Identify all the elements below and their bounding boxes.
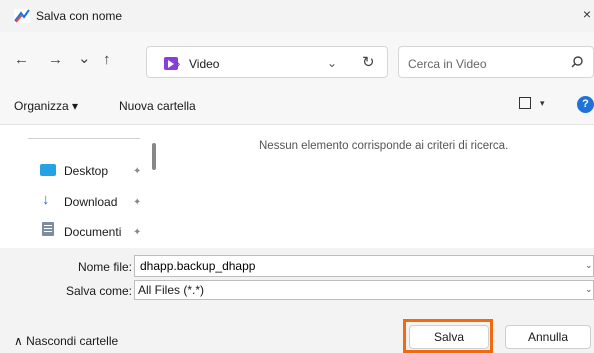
pin-icon: ✦ xyxy=(133,227,142,238)
save-as-type-dropdown-icon[interactable]: ⌄ xyxy=(585,284,593,295)
recent-locations-icon[interactable]: ⌄ xyxy=(78,49,91,67)
file-name-label: Nome file: xyxy=(77,260,132,274)
window-title: Salva con nome xyxy=(36,9,123,23)
back-arrow-icon[interactable]: ← xyxy=(14,51,29,68)
hide-folders-toggle[interactable]: ∧ Nascondi cartelle xyxy=(14,334,118,348)
up-arrow-icon[interactable]: ↑ xyxy=(103,51,111,68)
save-as-type-label: Salva come: xyxy=(65,284,132,298)
close-icon[interactable]: × xyxy=(580,6,594,22)
pin-icon: ✦ xyxy=(133,197,142,208)
save-as-type-value: All Files (*.*) xyxy=(138,283,205,297)
breadcrumb-separator-icon: › xyxy=(176,56,181,71)
view-options-icon[interactable] xyxy=(519,97,531,109)
search-input[interactable]: Cerca in Video xyxy=(408,57,487,71)
help-icon[interactable]: ? xyxy=(577,96,594,113)
file-name-input[interactable] xyxy=(134,255,594,277)
empty-results-message: Nessun elemento corrisponde ai criteri d… xyxy=(259,140,509,152)
address-dropdown-icon[interactable]: ⌄ xyxy=(327,56,337,70)
command-bar xyxy=(0,90,594,124)
sidebar-item-documenti[interactable]: Documenti xyxy=(64,225,121,239)
sidebar-item-download[interactable]: Download xyxy=(64,195,117,209)
documents-icon xyxy=(42,222,54,236)
pin-icon: ✦ xyxy=(133,166,142,177)
search-icon[interactable] xyxy=(570,55,584,69)
sidebar-item-desktop[interactable]: Desktop xyxy=(64,164,108,178)
cancel-button[interactable]: Annulla xyxy=(505,325,591,349)
download-icon: ↓ xyxy=(42,191,50,208)
view-options-caret-icon[interactable]: ▾ xyxy=(540,98,545,109)
save-as-type-select[interactable]: All Files (*.*) xyxy=(134,280,594,300)
app-icon xyxy=(14,9,30,23)
address-bar[interactable] xyxy=(146,46,388,78)
refresh-icon[interactable]: ↻ xyxy=(362,53,375,71)
file-name-dropdown-icon[interactable]: ⌄ xyxy=(585,260,593,271)
desktop-icon xyxy=(40,164,56,176)
forward-arrow-icon[interactable]: → xyxy=(48,51,63,68)
breadcrumb-video[interactable]: Video xyxy=(189,57,219,71)
sidebar-divider xyxy=(28,138,140,139)
organize-menu-button[interactable]: Organizza ▾ xyxy=(14,99,78,113)
sidebar-scrollbar[interactable] xyxy=(152,143,156,170)
new-folder-button[interactable]: Nuova cartella xyxy=(119,99,196,113)
save-button[interactable]: Salva xyxy=(409,325,489,349)
